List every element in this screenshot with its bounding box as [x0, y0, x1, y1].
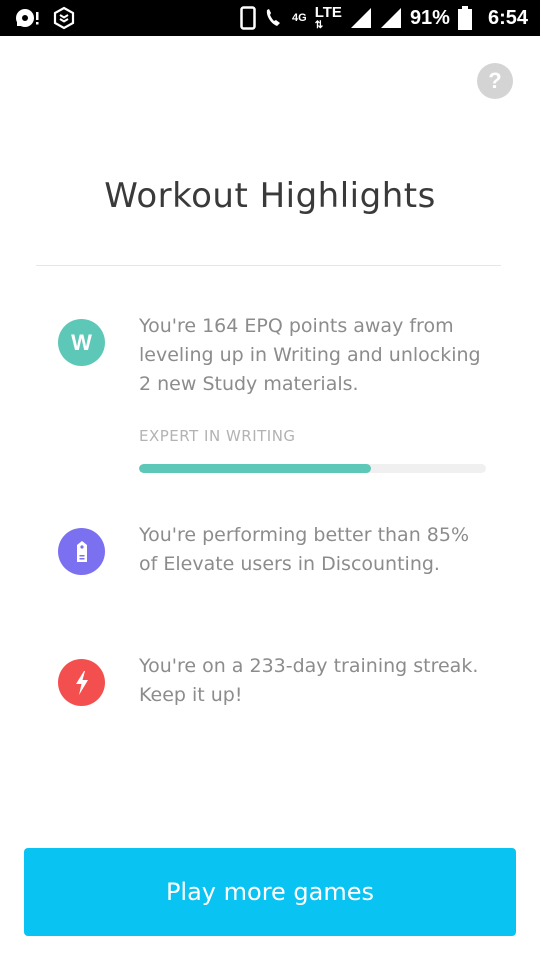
- phone-vibrate-icon: [240, 6, 256, 30]
- highlight-streak: You're on a 233-day training streak. Kee…: [58, 655, 498, 738]
- page-title: Workout Highlights: [104, 176, 436, 216]
- highlight-text: You're 164 EPQ points away from leveling…: [139, 315, 481, 395]
- divider: [36, 265, 501, 266]
- level-label: EXPERT IN WRITING: [139, 427, 296, 445]
- highlight-discounting: You're performing better than 85% of Ele…: [58, 523, 498, 623]
- signal-icon: [350, 8, 371, 28]
- highlight-text: You're on a 233-day training streak. Kee…: [139, 655, 479, 706]
- lightning-bolt-icon: [58, 659, 105, 706]
- tag-glyph: [76, 540, 87, 562]
- question-icon: ?: [488, 68, 502, 93]
- battery-percent: 91%: [409, 6, 450, 29]
- notification-icons: [14, 6, 76, 30]
- clock: 6:54: [487, 6, 528, 29]
- lte-label: LTE: [314, 3, 342, 21]
- status-bar: 4G LTE ⇅ 91% 6:54: [0, 0, 540, 36]
- system-status: 4G LTE ⇅ 91% 6:54: [240, 0, 528, 36]
- price-tag-icon: [58, 528, 105, 575]
- play-more-games-button[interactable]: Play more games: [24, 848, 516, 936]
- progress-bar: [139, 464, 486, 473]
- signal-icon-2: [380, 8, 401, 28]
- data-arrows-icon: ⇅: [314, 19, 324, 31]
- podcast-notification-icon: [16, 9, 39, 27]
- lte-indicator: LTE ⇅: [314, 3, 342, 31]
- w-letter: W: [71, 329, 92, 355]
- help-button[interactable]: ?: [477, 63, 513, 99]
- highlight-text: You're performing better than 85% of Ele…: [139, 524, 470, 575]
- bolt-glyph: [75, 670, 88, 695]
- highlight-writing: W You're 164 EPQ points away from leveli…: [58, 314, 498, 474]
- network-indicator: 4G: [292, 11, 307, 24]
- network-type: 4G: [292, 11, 307, 24]
- battery-icon: [457, 6, 472, 30]
- progress-fill: [139, 464, 372, 473]
- wifi-calling-icon: [266, 9, 281, 26]
- elevate-notification-icon: [53, 6, 75, 30]
- w-letter-icon: W: [58, 319, 105, 366]
